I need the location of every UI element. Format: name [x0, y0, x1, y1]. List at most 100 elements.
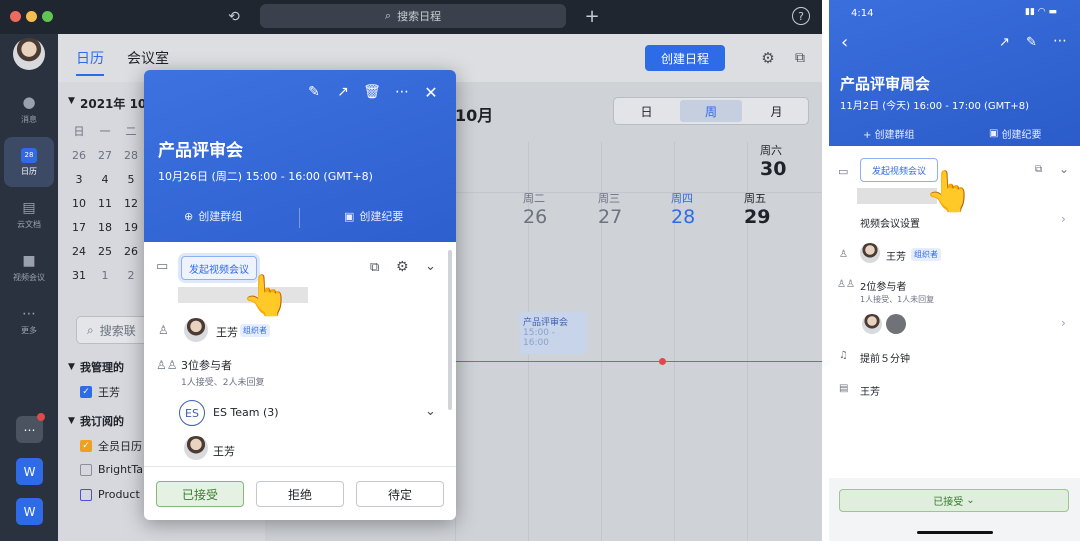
chevron-down-icon[interactable]: ⌄ [425, 404, 436, 419]
managed-section-title: 我管理的 [80, 361, 124, 374]
tentative-button[interactable]: 待定 [356, 481, 444, 507]
chat-icon: ● [22, 93, 36, 111]
calendar-item[interactable]: ✓ 全员日历 [80, 438, 142, 454]
more-icon[interactable]: ⋯ [392, 82, 412, 102]
chevron-down-icon[interactable]: ⌄ [1059, 162, 1069, 176]
calendar-row[interactable]: 王芳 [860, 383, 880, 398]
create-group-button[interactable]: + 创建群组 [863, 126, 915, 141]
checkbox-icon[interactable] [80, 463, 92, 476]
create-minutes-button[interactable]: ▣ 创建纪要 [989, 126, 1041, 141]
mini-cal-day[interactable]: 1 [92, 264, 118, 288]
mini-cal-day[interactable]: 10 [66, 192, 92, 216]
day-header[interactable]: 周二 26 [523, 190, 547, 228]
calendar-item[interactable]: BrightTalk [80, 463, 152, 476]
accept-dropdown-button[interactable]: 已接受 ⌄ [839, 489, 1069, 512]
mini-cal-day[interactable]: 17 [66, 216, 92, 240]
rail-label: 更多 [21, 326, 37, 335]
share-icon[interactable]: ↗ [333, 82, 353, 102]
video-settings-row[interactable]: 视频会议设置 [860, 215, 920, 230]
rail-item-calendar[interactable]: 28 日历 [4, 137, 54, 187]
close-window-button[interactable] [10, 11, 21, 22]
popout-icon[interactable]: ⧉ [790, 48, 810, 68]
search-input[interactable]: ⌕ 搜索日程 [260, 4, 566, 28]
chevron-right-icon[interactable]: › [1061, 316, 1066, 330]
organizer-badge: 组织者 [240, 324, 270, 337]
history-icon[interactable]: ⟲ [224, 7, 244, 27]
mini-cal-day[interactable]: 26 [66, 144, 92, 168]
mini-cal-day[interactable]: 18 [92, 216, 118, 240]
mini-cal-day[interactable]: 12 [118, 192, 144, 216]
back-icon[interactable]: ‹ [841, 32, 848, 53]
mini-cal-day[interactable]: 11 [92, 192, 118, 216]
mini-cal-day[interactable]: 19 [118, 216, 144, 240]
doc-shortcut-icon[interactable]: W [16, 498, 43, 525]
rail-item-docs[interactable]: ▤ 云文档 [4, 190, 54, 240]
checkbox-icon[interactable] [80, 488, 92, 501]
help-icon[interactable]: ? [792, 7, 810, 25]
checkbox-checked-icon[interactable]: ✓ [80, 386, 92, 398]
edit-icon[interactable]: ✎ [304, 82, 324, 102]
day-header[interactable]: 周五 29 [744, 190, 770, 228]
mini-cal-day[interactable]: 4 [92, 168, 118, 192]
rail-item-messages[interactable]: ● 消息 [4, 84, 54, 134]
minimize-window-button[interactable] [26, 11, 37, 22]
mini-cal-day[interactable]: 2 [118, 264, 144, 288]
day-header[interactable]: 周三 27 [598, 190, 622, 228]
collapse-icon[interactable]: ▼ [68, 362, 75, 372]
accept-button[interactable]: 已接受 [156, 481, 244, 507]
day-header[interactable]: 周六 30 [760, 142, 786, 180]
calendar-item-label: 王芳 [98, 386, 120, 399]
view-day-button[interactable]: 日 [614, 98, 679, 124]
day-dow: 周五 [744, 192, 766, 205]
tab-rooms[interactable]: 会议室 [127, 48, 169, 68]
create-event-button[interactable]: 创建日程 [645, 45, 725, 71]
zoom-window-button[interactable] [42, 11, 53, 22]
more-icon[interactable]: ⋯ [1053, 33, 1067, 49]
rail-item-more[interactable]: ⋯ 更多 [4, 296, 54, 346]
create-group-button[interactable]: ⊕ 创建群组 [184, 208, 242, 224]
month-label: 10月 [455, 106, 494, 125]
gear-icon[interactable]: ⚙ [758, 48, 778, 68]
trash-icon[interactable]: 🗑 [362, 82, 382, 102]
day-dow: 周六 [760, 144, 782, 157]
tab-calendar[interactable]: 日历 [76, 48, 104, 68]
day-header-today[interactable]: 周四 28 [671, 190, 695, 228]
mini-cal-day[interactable]: 28 [118, 144, 144, 168]
mini-cal-day[interactable]: 27 [92, 144, 118, 168]
add-icon[interactable]: + [582, 6, 602, 27]
collapse-icon[interactable]: ▼ [68, 416, 75, 426]
copy-icon[interactable]: ⧉ [370, 260, 379, 275]
reminder-row[interactable]: 提前５分钟 [860, 350, 910, 365]
notification-dot [37, 413, 45, 421]
scrollbar[interactable] [448, 250, 452, 410]
person-icon: ♙ [158, 323, 169, 337]
decline-button[interactable]: 拒绝 [256, 481, 344, 507]
collapse-icon[interactable]: ▼ [68, 96, 75, 106]
mini-cal-day[interactable]: 25 [92, 240, 118, 264]
checkbox-checked-icon[interactable]: ✓ [80, 440, 92, 452]
desktop-window: ⟲ ⌕ 搜索日程 + ? ● 消息 28 日历 ▤ 云文档 ■ 视频会议 ⋯ 更… [0, 0, 822, 541]
edit-icon[interactable]: ✎ [1026, 35, 1037, 50]
user-avatar[interactable] [13, 38, 45, 70]
rail-item-video[interactable]: ■ 视频会议 [4, 243, 54, 293]
mini-cal-day[interactable]: 3 [66, 168, 92, 192]
chevron-down-icon[interactable]: ⌄ [425, 259, 436, 274]
mini-cal-day[interactable]: 31 [66, 264, 92, 288]
calendar-item[interactable]: Product D [80, 488, 152, 501]
grid-event[interactable]: 产品评审会 15:00 - 16:00 [519, 312, 587, 354]
create-minutes-button[interactable]: ▣ 创建纪要 [344, 208, 403, 224]
mini-cal-day[interactable]: 5 [118, 168, 144, 192]
mini-cal-day[interactable]: 24 [66, 240, 92, 264]
view-week-button[interactable]: 周 [680, 100, 742, 122]
close-icon[interactable]: ✕ [421, 82, 441, 102]
gear-icon[interactable]: ⚙ [396, 259, 409, 275]
mini-cal-day[interactable]: 26 [118, 240, 144, 264]
copy-icon[interactable]: ⧉ [1035, 164, 1042, 175]
doc-shortcut-icon[interactable]: W [16, 458, 43, 485]
chevron-right-icon[interactable]: › [1061, 212, 1066, 226]
people-icon: ♙♙ [837, 279, 855, 290]
view-month-button[interactable]: 月 [744, 98, 809, 124]
share-icon[interactable]: ↗ [999, 35, 1010, 50]
day-date: 28 [671, 206, 696, 228]
calendar-item[interactable]: ✓ 王芳 [80, 384, 120, 400]
